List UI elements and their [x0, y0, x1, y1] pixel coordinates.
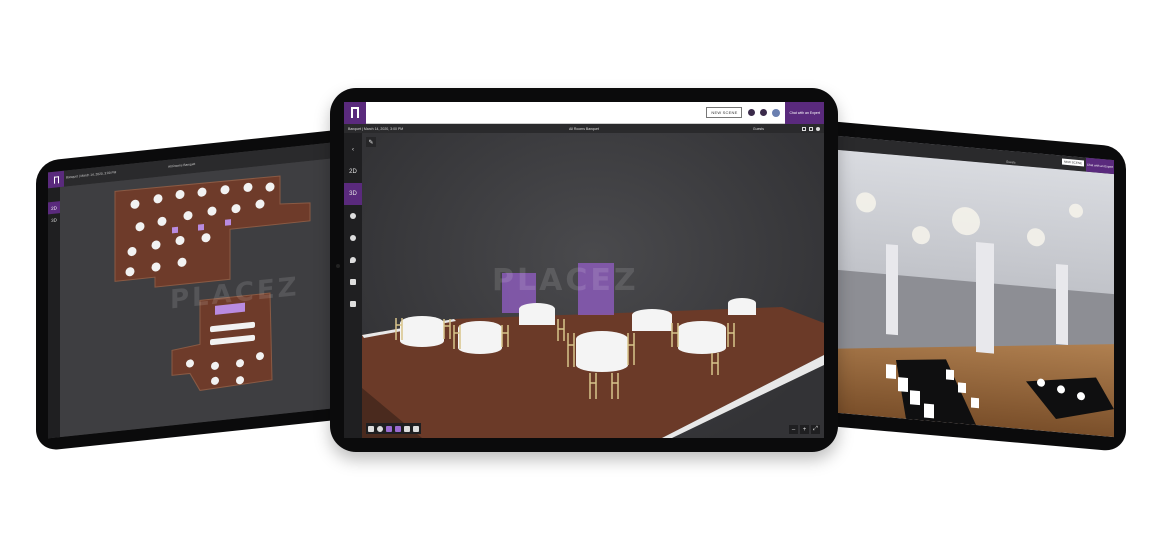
- placez-logo[interactable]: [344, 102, 366, 124]
- chat-bubble-icon[interactable]: [368, 425, 374, 432]
- bottom-toolbar: [366, 423, 421, 434]
- event-infobar: Banquet | March 14, 2020, 3:00 PM All Ro…: [344, 124, 824, 133]
- fit-view-button[interactable]: ⤢: [811, 425, 820, 434]
- view-icon[interactable]: [386, 425, 392, 432]
- device-camera: [336, 264, 340, 268]
- left-viewport[interactable]: PLACEZ: [60, 157, 346, 438]
- left-3d-button[interactable]: 3D: [48, 213, 60, 226]
- right-guests-label: Guests: [1006, 159, 1016, 165]
- color-icon[interactable]: [377, 425, 383, 432]
- share-icon[interactable]: [802, 126, 806, 131]
- image-icon[interactable]: [404, 425, 410, 432]
- view-2d-button[interactable]: 2D: [344, 161, 362, 183]
- left-toolbar: ‹ 2D 3D: [344, 133, 362, 438]
- left-screen: Banquet | March 14, 2020, 3:00 PM All Ro…: [48, 141, 346, 439]
- left-sidebar: 2D 3D: [48, 187, 60, 439]
- center-screen: NEW SCENE Chat with an Expert Banquet | …: [344, 102, 824, 438]
- avatar[interactable]: [772, 108, 781, 117]
- placez-logo[interactable]: [48, 170, 64, 189]
- guests-icon[interactable]: [344, 227, 362, 249]
- fullscreen-icon[interactable]: [809, 126, 813, 131]
- zoom-controls: – + ⤢: [789, 425, 820, 434]
- camera-tool-icon[interactable]: [344, 271, 362, 293]
- center-tablet: NEW SCENE Chat with an Expert Banquet | …: [330, 88, 838, 452]
- back-button[interactable]: ‹: [344, 139, 362, 161]
- ballroom-photo: [826, 148, 1114, 438]
- right-new-scene-button[interactable]: NEW SCENE: [1061, 158, 1084, 167]
- 3d-viewport[interactable]: ✎ PLACEZ – + ⤢: [362, 133, 824, 438]
- right-screen: NEW SCENE Chat with an Expert Guests: [826, 134, 1114, 438]
- left-tablet: Banquet | March 14, 2020, 3:00 PM All Ro…: [36, 128, 356, 452]
- gear-icon[interactable]: [760, 109, 768, 116]
- lighting-icon[interactable]: [344, 249, 362, 271]
- new-scene-button[interactable]: NEW SCENE: [706, 107, 743, 118]
- chat-icon[interactable]: [344, 293, 362, 315]
- left-event-info: Banquet | March 14, 2020, 3:00 PM: [66, 170, 117, 180]
- zoom-out-button[interactable]: –: [789, 425, 798, 434]
- app-topbar: NEW SCENE Chat with an Expert: [344, 102, 824, 124]
- zoom-in-button[interactable]: +: [800, 425, 809, 434]
- chat-with-expert-button[interactable]: Chat with an Expert: [785, 102, 824, 124]
- question-icon[interactable]: [748, 109, 756, 116]
- right-tablet: NEW SCENE Chat with an Expert Guests: [816, 120, 1126, 453]
- camera-icon[interactable]: [816, 126, 820, 131]
- rotate-icon[interactable]: [413, 425, 419, 432]
- infobar-actions: [802, 126, 820, 131]
- view-3d-button[interactable]: 3D: [344, 183, 362, 205]
- layers-icon[interactable]: [395, 425, 401, 432]
- left-room-name: All Rooms Banquet: [168, 161, 196, 169]
- placez-watermark: PLACEZ: [492, 263, 639, 298]
- guests-label[interactable]: Guests: [753, 127, 764, 131]
- palette-icon[interactable]: [344, 205, 362, 227]
